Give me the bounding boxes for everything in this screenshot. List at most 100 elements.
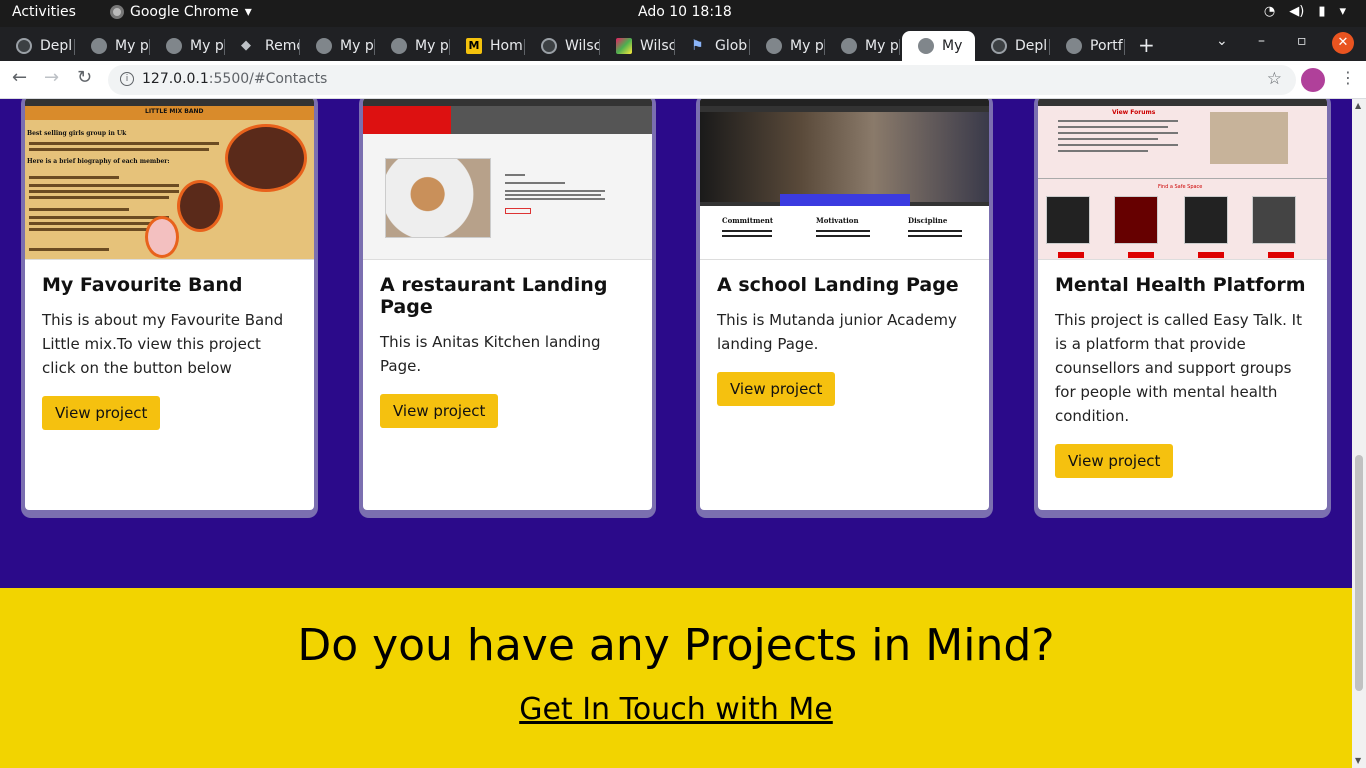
view-project-button[interactable]: View project — [717, 372, 836, 406]
project-description: This is Mutanda junior Academy landing P… — [717, 311, 957, 353]
tab-label: Wilsc — [565, 38, 600, 54]
browser-toolbar: ← → ↻ i 127.0.0.1:5500/#Contacts ☆ ⋮ — [0, 61, 1366, 99]
view-project-button[interactable]: View project — [42, 396, 161, 430]
project-thumbnail: Commitment Motivation Discipline — [700, 99, 989, 260]
menu-kebab-icon[interactable]: ⋮ — [1340, 68, 1356, 87]
browser-tab[interactable]: My p — [75, 31, 150, 61]
project-card-wrapper: Commitment Motivation Discipline A schoo… — [696, 99, 993, 518]
view-project-button[interactable]: View project — [380, 394, 499, 428]
browser-tab[interactable]: Depl — [975, 31, 1050, 61]
project-description: This is about my Favourite Band Little m… — [42, 311, 284, 377]
github-icon — [991, 38, 1007, 54]
tab-label: Hom — [490, 38, 523, 54]
browser-tab[interactable]: Portf — [1050, 31, 1125, 61]
project-thumbnail — [363, 99, 652, 260]
project-title: My Favourite Band — [42, 274, 243, 296]
project-title: A school Landing Page — [717, 274, 959, 296]
forward-arrow-icon[interactable]: → — [44, 67, 59, 88]
browser-tab[interactable]: ◆ Remo — [225, 31, 300, 61]
reload-icon[interactable]: ↻ — [77, 67, 92, 88]
tab-label: My p — [115, 38, 149, 54]
globe-icon — [918, 38, 934, 54]
site-info-icon[interactable]: i — [120, 72, 134, 86]
scroll-up-arrow-icon[interactable]: ▲ — [1355, 101, 1361, 110]
thumb-col-label: Commitment — [722, 216, 774, 225]
tab-label: My p — [340, 38, 374, 54]
app-menu[interactable]: Google Chrome ▾ — [110, 4, 252, 20]
new-tab-button[interactable]: + — [1138, 33, 1155, 57]
thumb-col-label: Discipline — [908, 216, 948, 225]
address-bar[interactable]: i 127.0.0.1:5500/#Contacts ☆ — [108, 65, 1296, 95]
chrome-icon — [110, 5, 124, 19]
browser-tab[interactable]: Wilsc — [600, 31, 675, 61]
browser-tab[interactable]: Wilsc — [525, 31, 600, 61]
back-arrow-icon[interactable]: ← — [12, 67, 27, 88]
flag-icon: ⚑ — [691, 38, 704, 54]
browser-tab[interactable]: M Hom — [450, 31, 525, 61]
page-scrollbar[interactable]: ▲ ▼ — [1352, 99, 1366, 768]
scroll-down-arrow-icon[interactable]: ▼ — [1355, 756, 1361, 765]
bookmark-star-icon[interactable]: ☆ — [1267, 69, 1282, 89]
clock[interactable]: Ado 10 18:18 — [638, 4, 732, 20]
profile-avatar[interactable] — [1301, 68, 1325, 92]
tab-label: Portf — [1090, 38, 1123, 54]
browser-tab[interactable]: Depl — [0, 31, 75, 61]
project-card: A restaurant Landing Page This is Anitas… — [363, 99, 652, 510]
maximize-icon[interactable]: ▫ — [1297, 33, 1307, 49]
thumb-header-text: LITTLE MIX BAND — [145, 108, 204, 115]
project-card-wrapper: View Forums Find a Safe Space Mental Hea… — [1034, 99, 1331, 518]
browser-tab[interactable]: My p — [150, 31, 225, 61]
browser-tab-active[interactable]: My✕ — [902, 31, 975, 61]
system-tray[interactable]: ◔ ◀) ▮ ▾ — [1264, 4, 1346, 19]
tab-label: Glob — [715, 38, 748, 54]
view-project-button[interactable]: View project — [1055, 444, 1174, 478]
globe-icon — [1066, 38, 1082, 54]
project-thumbnail: View Forums Find a Safe Space — [1038, 99, 1327, 260]
tab-label: My — [942, 38, 963, 54]
github-icon — [16, 38, 32, 54]
pixel-icon — [616, 38, 632, 54]
thumb-heading-text: Best selling girls group in Uk — [27, 130, 127, 137]
project-card: View Forums Find a Safe Space Mental Hea… — [1038, 99, 1327, 510]
activities-button[interactable]: Activities — [12, 4, 76, 20]
project-card: Commitment Motivation Discipline A schoo… — [700, 99, 989, 510]
tab-strip: Depl My p My p ◆ Remo My p My p M Hom Wils… — [0, 27, 1366, 61]
cta-heading: Do you have any Projects in Mind? — [297, 620, 1055, 671]
scrollbar-thumb[interactable] — [1355, 455, 1363, 691]
wifi-icon: ◔ — [1263, 4, 1276, 19]
globe-icon — [391, 38, 407, 54]
tab-label: My p — [865, 38, 899, 54]
project-description: This project is called Easy Talk. It is … — [1055, 311, 1302, 425]
contact-cta-section: Do you have any Projects in Mind? Get In… — [0, 588, 1352, 768]
browser-tab[interactable]: My p — [750, 31, 825, 61]
tab-label: My p — [415, 38, 449, 54]
get-in-touch-link[interactable]: Get In Touch with Me — [0, 692, 1352, 727]
app-name: Google Chrome — [130, 4, 239, 20]
tab-search-icon[interactable]: ⌄ — [1216, 33, 1228, 49]
globe-icon — [166, 38, 182, 54]
browser-tab[interactable]: My p — [825, 31, 900, 61]
layers-icon: ◆ — [241, 38, 251, 53]
browser-tab[interactable]: My p — [300, 31, 375, 61]
github-icon — [541, 38, 557, 54]
url-text[interactable]: 127.0.0.1:5500/#Contacts — [142, 71, 327, 87]
thumb-title-text: View Forums — [1112, 109, 1156, 116]
m-icon: M — [466, 38, 482, 54]
tab-label: Depl — [1015, 38, 1048, 54]
browser-tab[interactable]: My p — [375, 31, 450, 61]
project-title: Mental Health Platform — [1055, 274, 1306, 296]
tab-label: Depl — [40, 38, 73, 54]
tab-label: My p — [790, 38, 824, 54]
url-host: 127.0.0.1 — [142, 71, 209, 87]
volume-icon: ◀) — [1289, 4, 1305, 19]
project-description: This is Anitas Kitchen landing Page. — [380, 333, 601, 375]
close-window-icon[interactable]: ✕ — [1332, 32, 1354, 54]
battery-icon: ▮ — [1318, 4, 1326, 19]
browser-tab[interactable]: ⚑ Glob — [675, 31, 750, 61]
project-card-wrapper: A restaurant Landing Page This is Anitas… — [359, 99, 656, 518]
tab-label: Remo — [265, 38, 300, 54]
minimize-icon[interactable]: – — [1258, 33, 1265, 49]
globe-icon — [766, 38, 782, 54]
project-thumbnail: LITTLE MIX BAND Best selling girls group… — [25, 99, 314, 260]
project-title: A restaurant Landing Page — [380, 274, 608, 318]
